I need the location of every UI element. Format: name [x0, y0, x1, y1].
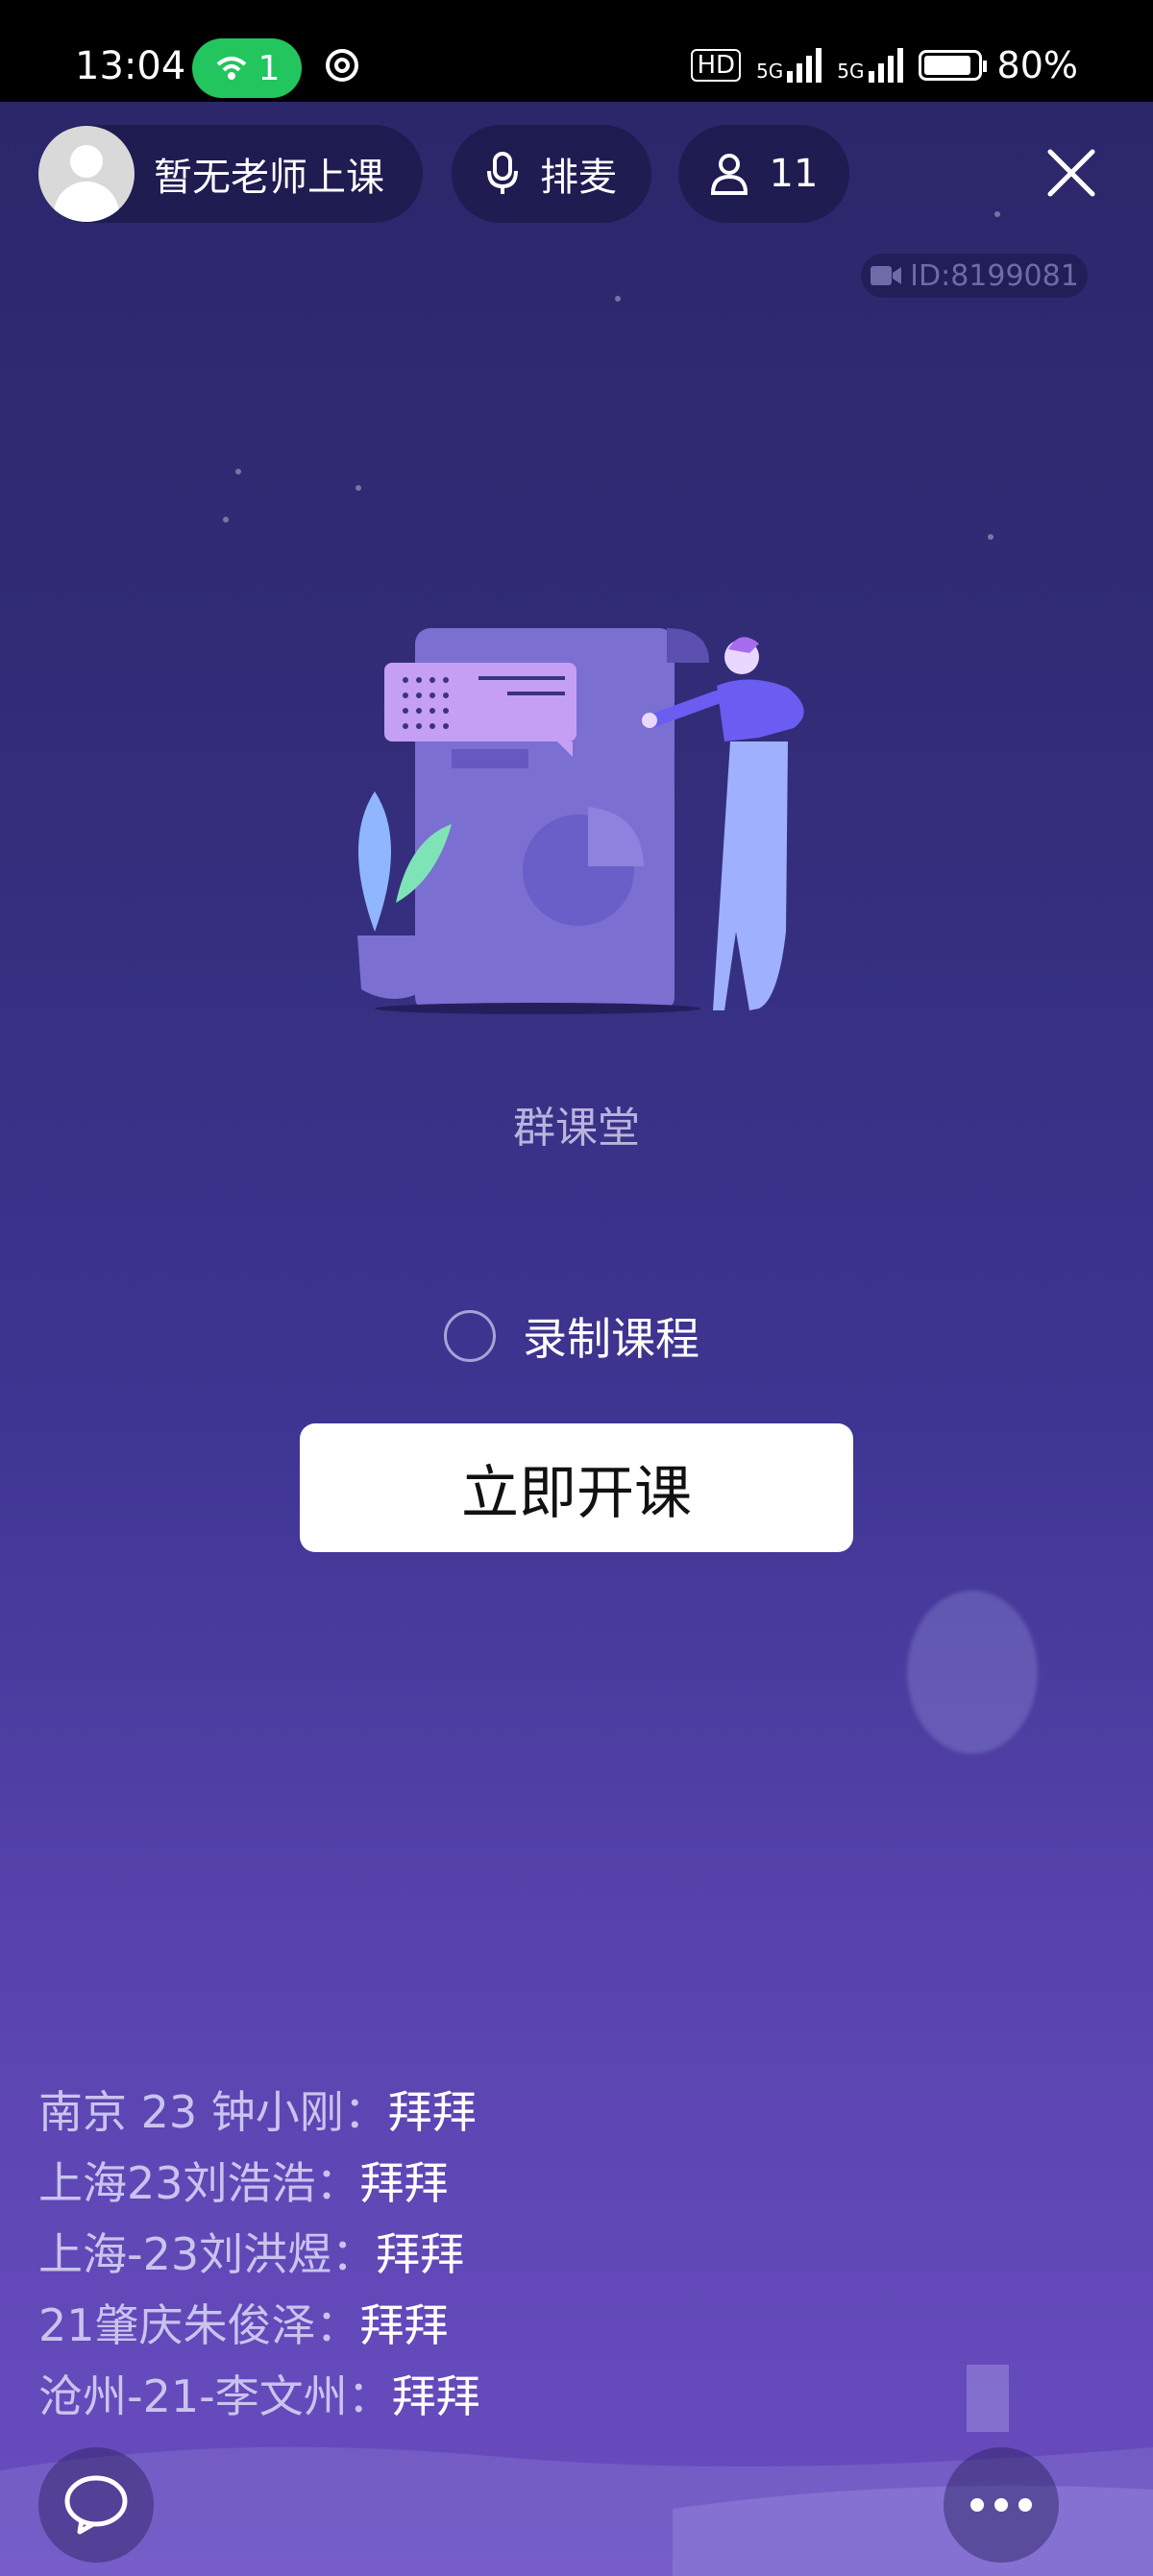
record-course-toggle[interactable]: 录制课程	[444, 1304, 699, 1368]
room-id-badge: ID:8199081	[861, 254, 1088, 298]
status-right-group: HD 5G 5G 80%	[691, 44, 1078, 86]
nfc-icon	[326, 49, 358, 82]
hd-badge: HD	[691, 49, 742, 82]
moon-decoration	[907, 1591, 1038, 1754]
chat-sender: 南京 23 钟小刚：	[38, 2086, 388, 2138]
more-button[interactable]	[944, 2447, 1059, 2563]
status-time: 13:04	[75, 44, 186, 88]
record-radio[interactable]	[444, 1310, 496, 1362]
more-dots-icon	[970, 2498, 1032, 2512]
chat-message: 21肇庆朱俊泽：拜拜	[38, 2290, 480, 2361]
microphone-icon	[487, 152, 518, 194]
room-title: 群课堂	[513, 1104, 640, 1153]
chat-text: 拜拜	[359, 2157, 449, 2209]
classroom-illustration	[357, 628, 804, 1014]
hotspot-indicator: 1	[192, 38, 302, 98]
chat-sender: 沧州-21-李文州：	[38, 2370, 392, 2422]
chat-sender: 21肇庆朱俊泽：	[38, 2299, 360, 2351]
star	[615, 296, 621, 302]
chat-message: 南京 23 钟小刚：拜拜	[38, 2077, 480, 2148]
chat-sender: 上海-23刘洪煜：	[38, 2228, 377, 2280]
chat-text: 拜拜	[359, 2299, 449, 2351]
signal-2: 5G	[837, 48, 903, 83]
hotspot-count: 1	[258, 48, 281, 88]
classroom-screen: 13:04 1 HD 5G 5G 80% 暂无老师上课 排麦 11 ID:819…	[0, 0, 1153, 2576]
chat-bubble-icon	[64, 2475, 128, 2535]
video-camera-icon	[871, 266, 902, 285]
chat-message: 上海-23刘洪煜：拜拜	[38, 2219, 480, 2290]
mic-queue-label: 排麦	[540, 156, 617, 200]
start-class-button[interactable]: 立即开课	[300, 1423, 853, 1552]
chat-sender: 上海23刘浩浩：	[38, 2157, 360, 2209]
record-course-label: 录制课程	[523, 1313, 699, 1365]
teacher-status-pill[interactable]: 暂无老师上课	[38, 125, 423, 223]
chat-button[interactable]	[38, 2447, 154, 2563]
star	[988, 534, 994, 540]
signal-bars-icon	[868, 48, 903, 83]
avatar	[38, 126, 135, 222]
chat-message: 上海23刘浩浩：拜拜	[38, 2148, 480, 2219]
room-id-text: ID:8199081	[910, 258, 1079, 293]
user-icon	[710, 154, 748, 195]
star	[235, 469, 241, 474]
member-count: 11	[769, 152, 819, 196]
wifi-hotspot-icon	[216, 57, 246, 80]
chat-text: 拜拜	[391, 2370, 480, 2422]
star	[994, 211, 1000, 217]
battery-percent: 80%	[996, 44, 1078, 86]
battery-icon	[918, 50, 987, 81]
chat-message-list: 南京 23 钟小刚：拜拜 上海23刘浩浩：拜拜 上海-23刘洪煜：拜拜 21肇庆…	[38, 2077, 480, 2432]
member-list-button[interactable]: 11	[678, 125, 849, 223]
chat-text: 拜拜	[387, 2086, 477, 2138]
signal-1: 5G	[756, 48, 822, 83]
chat-message: 沧州-21-李文州：拜拜	[38, 2361, 480, 2432]
status-bar: 13:04 1 HD 5G 5G 80%	[0, 0, 1153, 102]
star	[356, 485, 361, 491]
teacher-status-label: 暂无老师上课	[154, 156, 384, 200]
close-icon[interactable]	[1043, 144, 1100, 202]
signal-bars-icon	[787, 48, 822, 83]
star	[223, 517, 229, 522]
mic-queue-button[interactable]: 排麦	[452, 125, 651, 223]
chat-text: 拜拜	[376, 2228, 465, 2280]
